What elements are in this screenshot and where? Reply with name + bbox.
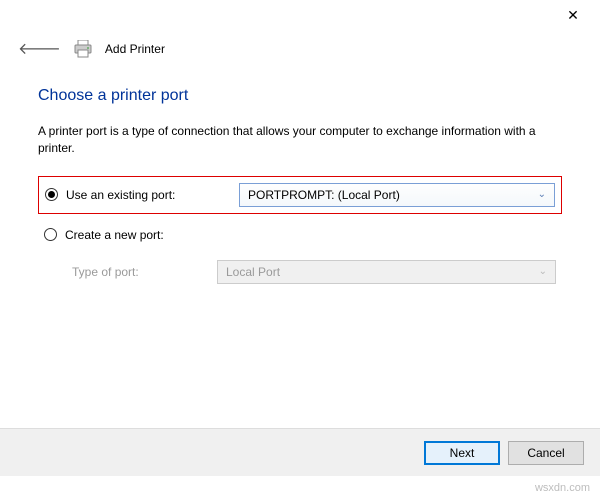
next-button-label: Next [450, 446, 475, 460]
page-description: A printer port is a type of connection t… [38, 123, 562, 158]
port-type-label: Type of port: [44, 265, 209, 279]
radio-existing-port-label: Use an existing port: [66, 188, 231, 202]
existing-port-select[interactable]: PORTPROMPT: (Local Port) ⌄ [239, 183, 555, 207]
radio-create-port[interactable] [44, 228, 57, 241]
wizard-content: Choose a printer port A printer port is … [0, 71, 600, 290]
cancel-button-label: Cancel [527, 446, 564, 460]
wizard-footer: Next Cancel [0, 428, 600, 476]
option-use-existing-port[interactable]: Use an existing port: PORTPROMPT: (Local… [38, 176, 562, 214]
titlebar: ✕ [0, 0, 600, 30]
header-title: Add Printer [105, 42, 165, 56]
arrow-left-icon: 🡐 [18, 41, 61, 58]
printer-icon [73, 40, 93, 58]
port-type-row: Type of port: Local Port ⌄ [38, 254, 562, 290]
next-button[interactable]: Next [424, 441, 500, 465]
wizard-header: 🡐 Add Printer [0, 30, 600, 71]
page-title: Choose a printer port [38, 87, 562, 105]
close-button[interactable]: ✕ [558, 7, 588, 24]
back-button[interactable]: 🡐 [18, 38, 61, 59]
watermark: wsxdn.com [535, 482, 590, 494]
radio-existing-port[interactable] [45, 188, 58, 201]
option-create-new-port[interactable]: Create a new port: [38, 222, 562, 248]
cancel-button[interactable]: Cancel [508, 441, 584, 465]
port-type-select: Local Port ⌄ [217, 260, 556, 284]
port-type-value: Local Port [226, 265, 280, 279]
chevron-down-icon: ⌄ [539, 266, 547, 277]
chevron-down-icon: ⌄ [538, 189, 546, 200]
close-icon: ✕ [567, 7, 579, 23]
existing-port-value: PORTPROMPT: (Local Port) [248, 188, 400, 202]
radio-create-port-label: Create a new port: [65, 228, 230, 242]
